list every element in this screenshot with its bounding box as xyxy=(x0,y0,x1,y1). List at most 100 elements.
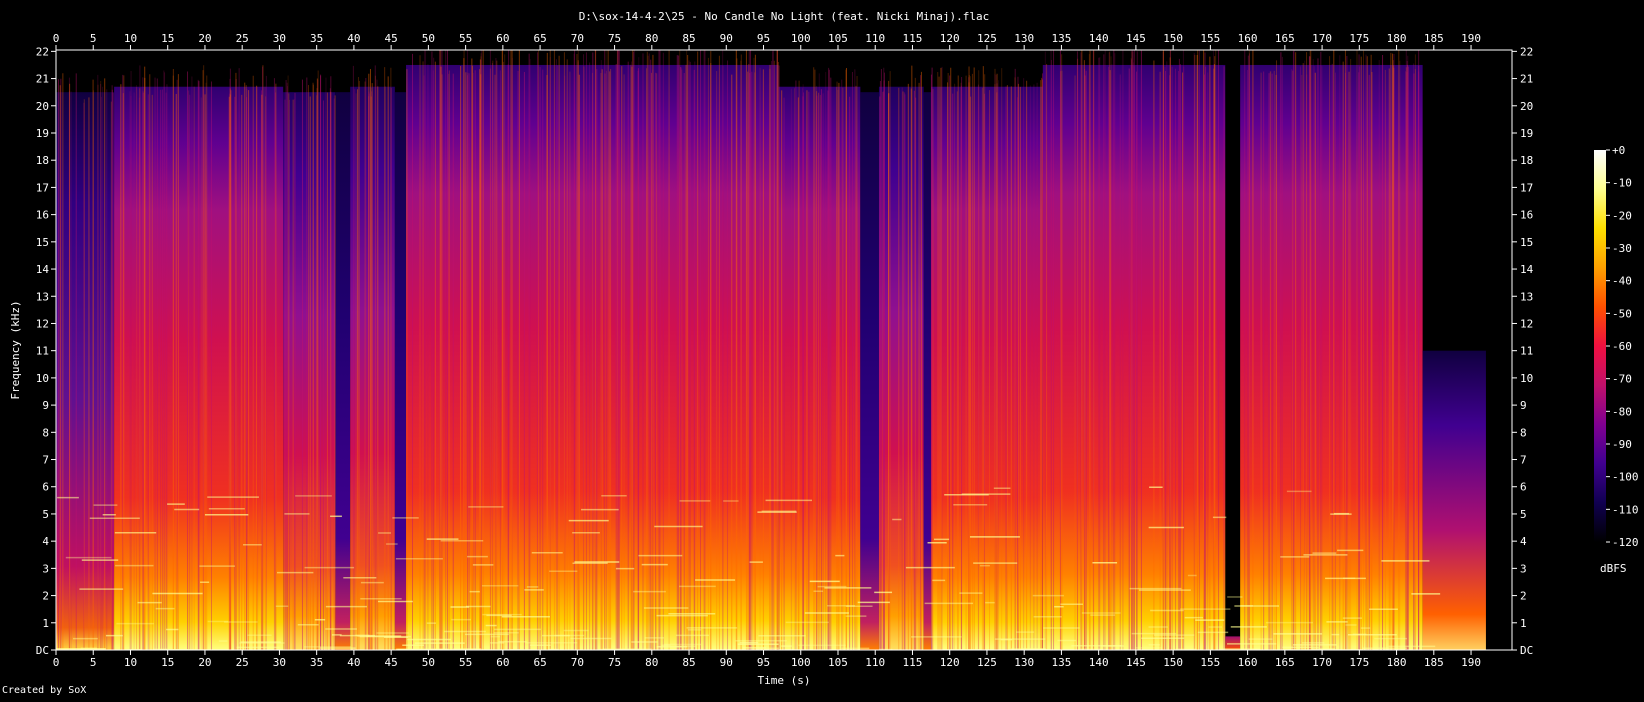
x-tick-label-top: 165 xyxy=(1275,32,1295,45)
x-tick-label-top: 20 xyxy=(198,32,211,45)
x-tick-label: 85 xyxy=(682,656,695,669)
x-tick-label-top: 15 xyxy=(161,32,174,45)
y-tick-label-right: 10 xyxy=(1520,372,1533,385)
x-tick-label-top: 170 xyxy=(1312,32,1332,45)
y-tick-label: 12 xyxy=(36,317,49,330)
x-tick-label-top: 65 xyxy=(533,32,546,45)
y-tick-label: 17 xyxy=(36,181,49,194)
y-axis-label: Frequency (kHz) xyxy=(9,300,22,399)
x-tick-label-top: 175 xyxy=(1349,32,1369,45)
x-tick-label: 135 xyxy=(1051,656,1071,669)
x-tick-label: 30 xyxy=(273,656,286,669)
spectrogram-segment xyxy=(860,92,879,650)
y-tick-label: 14 xyxy=(36,263,50,276)
x-axis-label: Time (s) xyxy=(758,674,811,687)
y-tick-label-right: 1 xyxy=(1520,617,1527,630)
y-tick-label-right: 6 xyxy=(1520,481,1527,494)
spectrogram-plot-area xyxy=(56,50,1512,650)
x-tick-label: 150 xyxy=(1163,656,1183,669)
y-tick-label-right: 2 xyxy=(1520,590,1527,603)
x-tick-label-top: 85 xyxy=(682,32,695,45)
y-tick-label: 2 xyxy=(42,590,49,603)
colorbar-tick-label: -30 xyxy=(1612,242,1632,255)
spectrogram-segment xyxy=(878,86,924,650)
colorbar-tick-label: -50 xyxy=(1612,307,1632,320)
x-tick-label: 20 xyxy=(198,656,211,669)
x-tick-label-top: 180 xyxy=(1387,32,1407,45)
y-tick-label-right: 4 xyxy=(1520,535,1527,548)
y-tick-label-right: 21 xyxy=(1520,73,1533,86)
x-tick-label: 145 xyxy=(1126,656,1146,669)
x-tick-label-top: 125 xyxy=(977,32,997,45)
colorbar-tick-label: -40 xyxy=(1612,275,1632,288)
x-tick-label: 185 xyxy=(1424,656,1444,669)
x-tick-label: 90 xyxy=(720,656,733,669)
y-tick-label: 15 xyxy=(36,236,49,249)
x-tick-label-top: 105 xyxy=(828,32,848,45)
colorbar-tick-label: -110 xyxy=(1612,503,1639,516)
x-tick-label: 15 xyxy=(161,656,174,669)
x-tick-label-top: 140 xyxy=(1089,32,1109,45)
y-tick-label: 16 xyxy=(36,209,49,222)
x-tick-label-top: 190 xyxy=(1461,32,1481,45)
spectrogram-segment xyxy=(923,92,932,650)
y-tick-label: 1 xyxy=(42,617,49,630)
y-tick-label-right: 22 xyxy=(1520,45,1533,58)
colorbar-tick-label: -20 xyxy=(1612,209,1632,222)
y-tick-label: 13 xyxy=(36,290,49,303)
credit-text: Created by SoX xyxy=(2,685,87,696)
y-tick-label-right: 14 xyxy=(1520,263,1534,276)
x-tick-label-top: 145 xyxy=(1126,32,1146,45)
colorbar xyxy=(1594,150,1606,542)
x-tick-label-top: 150 xyxy=(1163,32,1183,45)
x-tick-label-top: 100 xyxy=(791,32,811,45)
x-tick-label-top: 0 xyxy=(53,32,60,45)
y-tick-label-right: 19 xyxy=(1520,127,1533,140)
y-tick-label: 6 xyxy=(42,481,49,494)
y-tick-label-right: 9 xyxy=(1520,399,1527,412)
y-tick-label: 5 xyxy=(42,508,49,521)
colorbar-tick-label: -90 xyxy=(1612,438,1632,451)
x-tick-label: 175 xyxy=(1349,656,1369,669)
colorbar-label: dBFS xyxy=(1600,562,1627,575)
x-tick-label-top: 70 xyxy=(571,32,584,45)
x-tick-label-top: 40 xyxy=(347,32,360,45)
x-tick-label-top: 60 xyxy=(496,32,509,45)
y-tick-label-right: 17 xyxy=(1520,181,1533,194)
x-tick-label: 105 xyxy=(828,656,848,669)
x-tick-label: 55 xyxy=(459,656,472,669)
x-tick-label-top: 55 xyxy=(459,32,472,45)
x-tick-label: 140 xyxy=(1089,656,1109,669)
x-tick-label-top: 160 xyxy=(1238,32,1258,45)
y-tick-label: 22 xyxy=(36,45,49,58)
y-tick-label-right: 8 xyxy=(1520,426,1527,439)
x-tick-label-top: 95 xyxy=(757,32,770,45)
y-tick-label: 10 xyxy=(36,372,49,385)
y-tick-label: 4 xyxy=(42,535,49,548)
x-tick-label: 10 xyxy=(124,656,137,669)
spectrogram-segment xyxy=(335,92,351,650)
x-tick-label: 100 xyxy=(791,656,811,669)
chart-title: D:\sox-14-4-2\25 - No Candle No Light (f… xyxy=(579,10,990,23)
colorbar-tick-label: +0 xyxy=(1612,144,1625,157)
x-tick-label: 5 xyxy=(90,656,97,669)
x-tick-label: 65 xyxy=(533,656,546,669)
x-tick-label: 155 xyxy=(1200,656,1220,669)
x-tick-label-top: 120 xyxy=(940,32,960,45)
spectrogram-segment xyxy=(394,92,407,650)
spectrogram-segment xyxy=(1422,350,1486,650)
colorbar-tick-label: -120 xyxy=(1612,536,1639,549)
x-tick-label-top: 5 xyxy=(90,32,97,45)
x-tick-label: 40 xyxy=(347,656,360,669)
y-tick-label-right: 18 xyxy=(1520,154,1533,167)
y-tick-label-right: 15 xyxy=(1520,236,1533,249)
colorbar-tick-label: -80 xyxy=(1612,405,1632,418)
x-tick-label-top: 30 xyxy=(273,32,286,45)
x-tick-label-top: 130 xyxy=(1014,32,1034,45)
y-tick-label: 3 xyxy=(42,562,49,575)
x-tick-label-top: 115 xyxy=(903,32,923,45)
y-tick-label: 19 xyxy=(36,127,49,140)
x-tick-label-top: 25 xyxy=(236,32,249,45)
y-tick-label-right: 16 xyxy=(1520,209,1533,222)
y-tick-label-right: 13 xyxy=(1520,290,1533,303)
